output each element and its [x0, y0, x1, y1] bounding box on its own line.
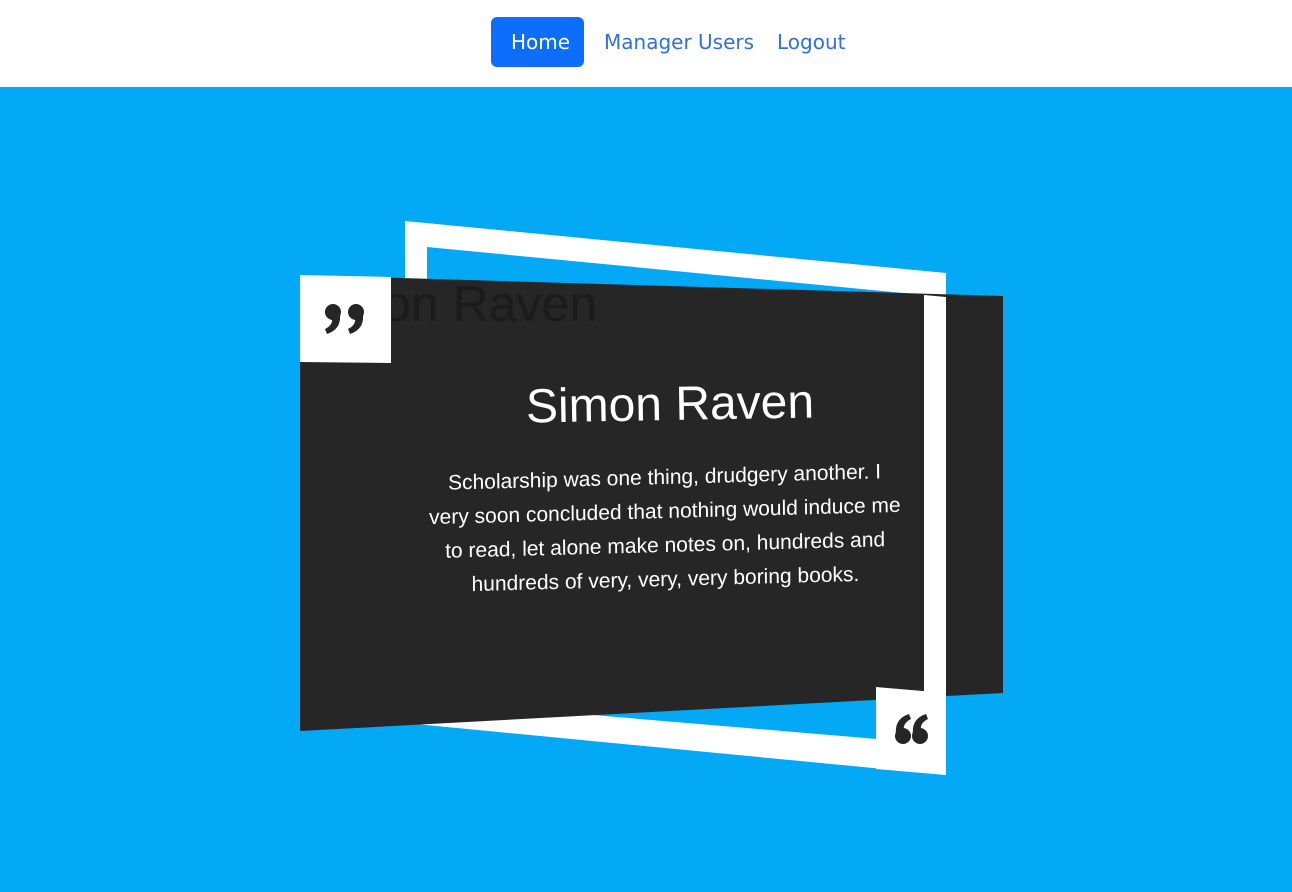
ghost-title-text: Simon Raven — [392, 277, 598, 332]
ghost-title-reflection: Simon Raven — [392, 277, 632, 347]
quote-text: Scholarship was one thing, drudgery anot… — [428, 460, 901, 597]
nav-manager-users-link[interactable]: Manager Users — [584, 17, 774, 67]
nav-logout-link[interactable]: Logout — [757, 17, 865, 67]
nav-home-link[interactable]: Home — [491, 17, 584, 67]
quote-box-top-left — [300, 275, 391, 363]
top-navbar: Home Manager Users Logout — [0, 0, 1292, 87]
quote-frame-right-edge — [924, 295, 946, 694]
quote-author: Simon Raven — [525, 375, 815, 434]
quote-box-bottom-right — [876, 687, 946, 775]
hero-section: Simon Raven Simon Raven Scholarship was … — [0, 87, 1292, 892]
